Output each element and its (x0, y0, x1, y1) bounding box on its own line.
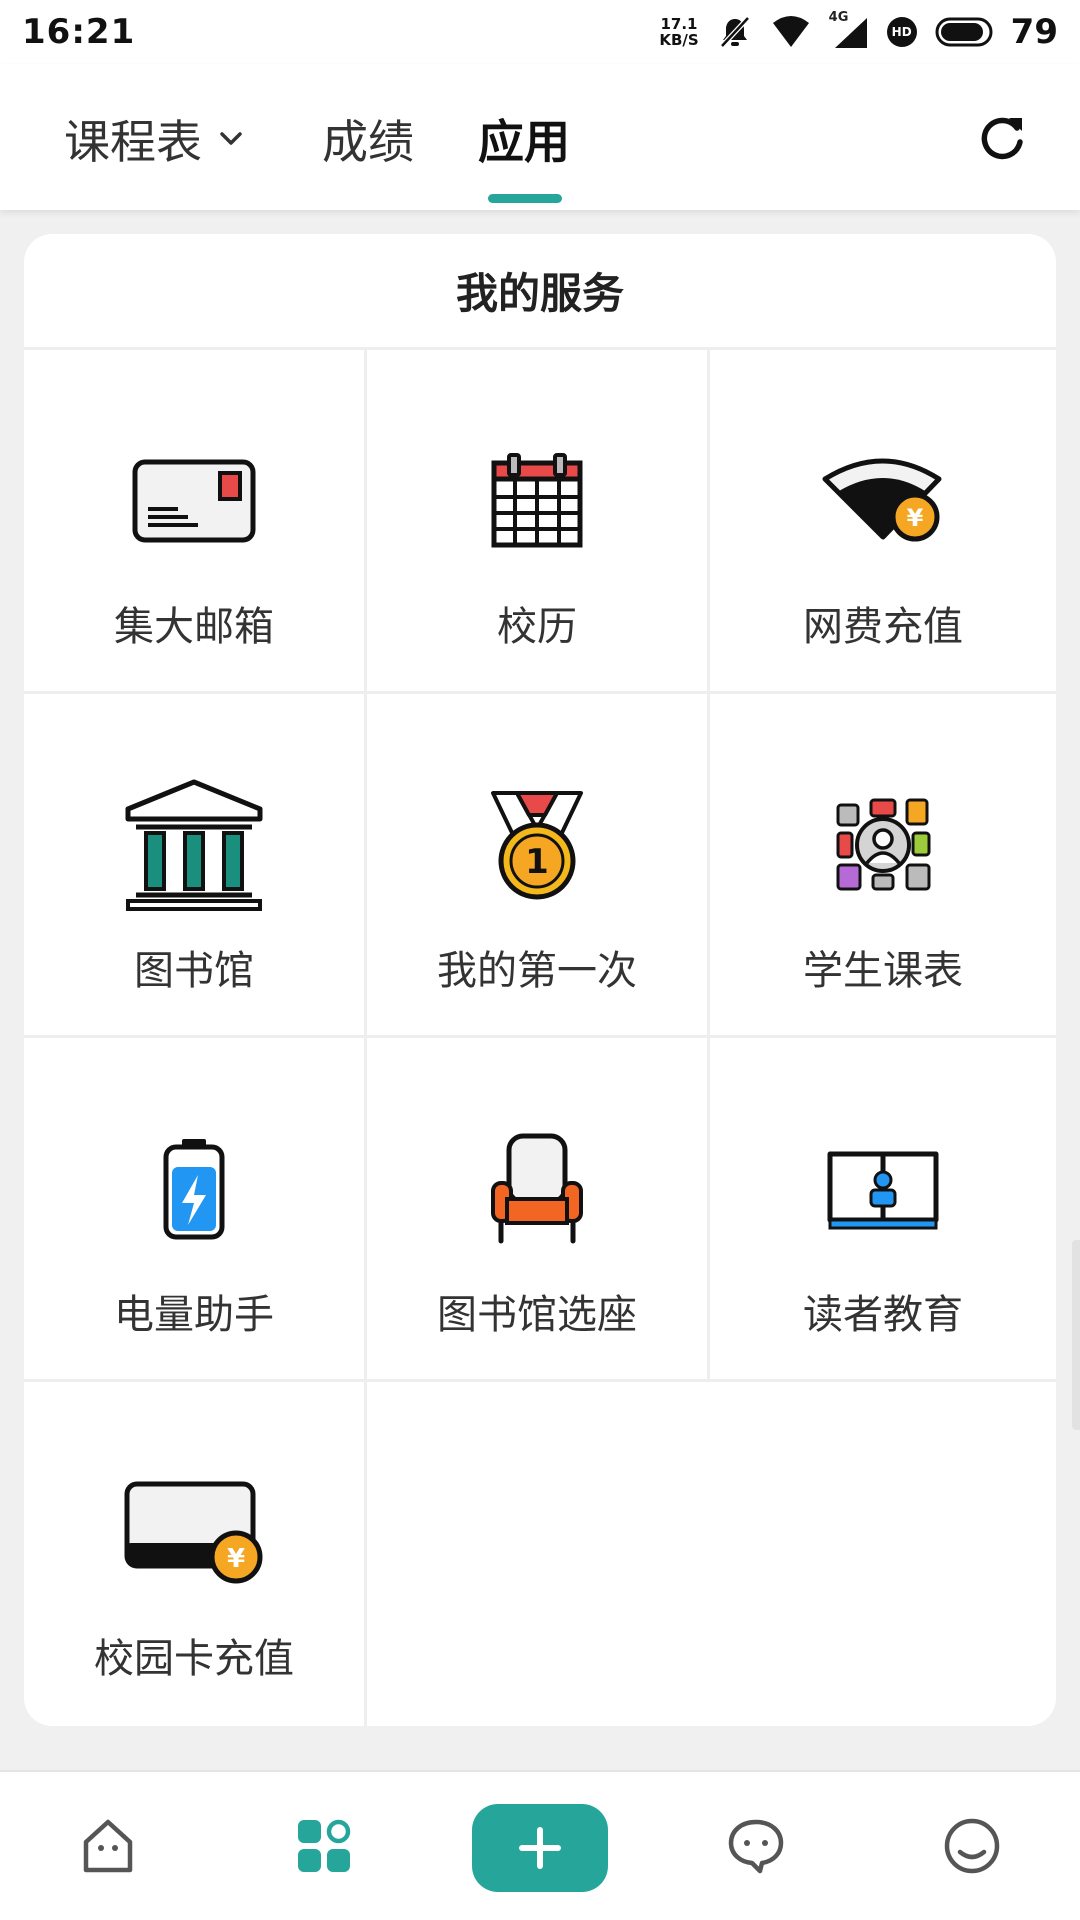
svg-text:¥: ¥ (227, 1544, 245, 1574)
battery-level: 79 (1010, 12, 1058, 52)
service-label: 网费充值 (803, 604, 963, 650)
svg-text:¥: ¥ (907, 504, 924, 532)
plus-icon (519, 1827, 561, 1869)
refresh-icon[interactable] (976, 112, 1028, 164)
wifi-signal-icon (772, 16, 809, 47)
campus-card-icon: ¥ (124, 1481, 263, 1584)
hd-badge-label: HD (891, 25, 912, 39)
tab-apps-label: 应用 (478, 115, 570, 169)
service-label: 电量助手 (114, 1292, 274, 1338)
network-speed-unit: KB/S (659, 31, 699, 49)
wifi-payment-icon: ¥ (822, 458, 942, 542)
profile-face-icon[interactable] (942, 1816, 1002, 1876)
tab-schedule-label: 课程表 (64, 115, 202, 169)
chat-icon[interactable] (726, 1816, 786, 1876)
service-label: 学生课表 (803, 948, 963, 994)
service-item-network-fee[interactable]: ¥ 网费充值 (710, 350, 1056, 694)
reader-book-icon (827, 1151, 939, 1230)
student-schedule-icon (836, 798, 931, 891)
home-icon[interactable] (78, 1816, 138, 1876)
service-label: 校园卡充值 (94, 1636, 294, 1682)
network-speed-value: 17.1 (660, 15, 698, 33)
cell-signal-icon (834, 18, 867, 48)
network-speed: 17.1 KB/S (659, 16, 698, 48)
service-item-calendar[interactable]: 校历 (367, 350, 710, 694)
mute-bell-icon (719, 16, 750, 48)
service-label: 图书馆选座 (437, 1292, 637, 1338)
service-label: 集大邮箱 (114, 604, 274, 650)
service-item-battery-assistant[interactable]: 电量助手 (24, 1038, 367, 1382)
service-item-reader-education[interactable]: 读者教育 (710, 1038, 1056, 1382)
tab-schedule[interactable]: 课程表 (64, 106, 246, 172)
service-label: 我的第一次 (437, 948, 637, 994)
library-building-icon (125, 779, 263, 911)
service-item-campus-card[interactable]: ¥ 校园卡充值 (24, 1382, 367, 1726)
svg-text:1: 1 (525, 842, 549, 882)
status-bar: 16:21 17.1 KB/S 4G HD 79 (0, 0, 1080, 64)
edge-scroll-handle[interactable] (1072, 1240, 1080, 1430)
status-time: 16:21 (22, 12, 136, 52)
hd-badge: HD (886, 17, 917, 47)
service-item-library[interactable]: 图书馆 (24, 694, 367, 1038)
tab-apps[interactable]: 应用 (478, 106, 570, 172)
service-item-library-seat[interactable]: 图书馆选座 (367, 1038, 710, 1382)
add-button[interactable] (472, 1804, 608, 1892)
status-icons: 17.1 KB/S 4G HD 79 (659, 10, 1058, 52)
service-item-mail[interactable]: 集大邮箱 (24, 350, 367, 694)
service-label: 读者教育 (803, 1292, 963, 1338)
battery-status-icon (935, 17, 993, 47)
battery-icon (163, 1139, 225, 1240)
card-title: 我的服务 (24, 234, 1056, 350)
top-tab-bar: 课程表 成绩 应用 (0, 64, 1080, 210)
chevron-down-icon (220, 132, 242, 145)
armchair-icon (491, 1133, 583, 1244)
service-label: 图书馆 (134, 948, 254, 994)
active-tab-indicator (488, 194, 562, 203)
envelope-icon (132, 459, 256, 543)
service-item-student-schedule[interactable]: 学生课表 (710, 694, 1056, 1038)
bottom-nav (0, 1770, 1080, 1920)
calendar-icon (491, 453, 583, 548)
tab-grades-label: 成绩 (322, 115, 414, 169)
service-label: 校历 (497, 604, 577, 650)
tab-grades[interactable]: 成绩 (322, 106, 414, 172)
services-grid: 集大邮箱 校历 ¥ 网费充值 图书馆 1 我的第一次 学生课表 电量助手 图书馆… (24, 350, 1056, 1726)
my-services-card: 我的服务 集大邮箱 校历 ¥ 网费充值 图书馆 1 我的第一次 学生课表 电量助… (24, 234, 1056, 1726)
medal-icon: 1 (491, 791, 583, 900)
service-item-my-first[interactable]: 1 我的第一次 (367, 694, 710, 1038)
cell-signal-group: 4G (829, 10, 869, 50)
apps-icon[interactable] (294, 1816, 354, 1876)
